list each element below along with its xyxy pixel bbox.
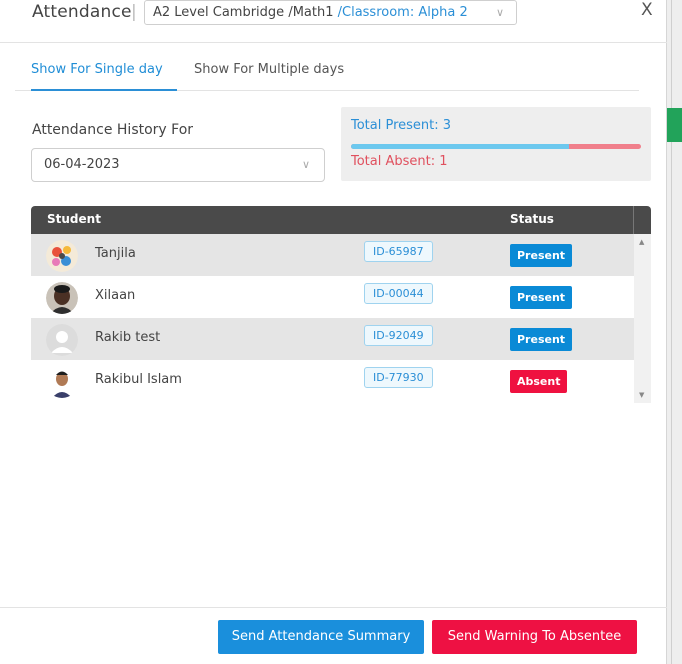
tab-single-day[interactable]: Show For Single day xyxy=(31,62,163,77)
scroll-down-icon[interactable]: ▼ xyxy=(639,391,644,399)
student-name: Tanjila xyxy=(95,246,136,261)
tab-multiple-days[interactable]: Show For Multiple days xyxy=(194,62,344,77)
date-select[interactable]: 06-04-2023 ∨ xyxy=(31,148,325,182)
attendance-summary: Total Present: 3 Total Absent: 1 xyxy=(341,107,651,181)
status-badge: Present xyxy=(510,328,573,351)
title-separator: | xyxy=(131,2,137,22)
chevron-down-icon: ∨ xyxy=(495,6,504,19)
chevron-down-icon: ∨ xyxy=(301,158,310,171)
present-fill xyxy=(351,144,569,149)
background-accent xyxy=(667,108,682,142)
table-row: Tanjila ID-65987 Present xyxy=(31,234,634,276)
scroll-up-icon[interactable]: ▲ xyxy=(639,238,644,246)
close-button[interactable]: X xyxy=(641,0,653,20)
status-badge: Absent xyxy=(510,370,568,393)
send-attendance-summary-button[interactable]: Send Attendance Summary xyxy=(218,620,424,654)
table-body: Tanjila ID-65987 Present Xilaan ID-00044… xyxy=(31,234,634,403)
students-table: Student Status Tanjila ID-65987 Present … xyxy=(31,206,651,403)
selected-date: 06-04-2023 xyxy=(44,157,120,172)
table-row: Xilaan ID-00044 Present xyxy=(31,276,634,318)
student-id-badge: ID-92049 xyxy=(364,325,433,346)
avatar xyxy=(46,366,78,398)
student-name: Xilaan xyxy=(95,288,136,303)
header-divider xyxy=(633,206,634,234)
modal-title: Attendance xyxy=(32,2,132,22)
background-page-edge xyxy=(667,0,682,664)
active-tab-indicator xyxy=(31,89,177,91)
status-badge: Present xyxy=(510,286,573,309)
breadcrumb-level: A2 Level Cambridge xyxy=(153,5,285,20)
table-scrollbar[interactable]: ▲ ▼ xyxy=(634,234,651,403)
total-present: Total Present: 3 xyxy=(351,118,452,133)
student-name: Rakib test xyxy=(95,330,161,345)
table-row: Rakib test ID-92049 Present xyxy=(31,318,634,360)
modal-footer: Send Attendance Summary Send Warning To … xyxy=(0,607,667,664)
attendance-ratio-bar xyxy=(351,144,641,149)
table-row: Rakibul Islam ID-77930 Absent xyxy=(31,360,634,402)
total-absent: Total Absent: 1 xyxy=(351,154,448,169)
column-header-status: Status xyxy=(510,212,554,226)
status-badge: Present xyxy=(510,244,573,267)
divider xyxy=(671,0,672,664)
attendance-history-label: Attendance History For xyxy=(32,122,194,138)
avatar xyxy=(46,240,78,272)
breadcrumb-subject: /Math1 xyxy=(288,5,334,20)
send-warning-button[interactable]: Send Warning To Absentee xyxy=(432,620,637,654)
avatar xyxy=(46,282,78,314)
attendance-modal: Attendance | A2 Level Cambridge /Math1 /… xyxy=(0,0,667,664)
student-name: Rakibul Islam xyxy=(95,372,182,387)
classroom-breadcrumb-select[interactable]: A2 Level Cambridge /Math1 /Classroom: Al… xyxy=(144,0,517,25)
avatar xyxy=(46,324,78,356)
student-id-badge: ID-65987 xyxy=(364,241,433,262)
modal-header: Attendance | A2 Level Cambridge /Math1 /… xyxy=(0,0,667,43)
breadcrumb-classroom: /Classroom: Alpha 2 xyxy=(337,5,468,20)
student-id-badge: ID-77930 xyxy=(364,367,433,388)
table-header: Student Status xyxy=(31,206,651,234)
student-id-badge: ID-00044 xyxy=(364,283,433,304)
view-tabs: Show For Single day Show For Multiple da… xyxy=(15,58,639,91)
column-header-student: Student xyxy=(47,212,101,226)
